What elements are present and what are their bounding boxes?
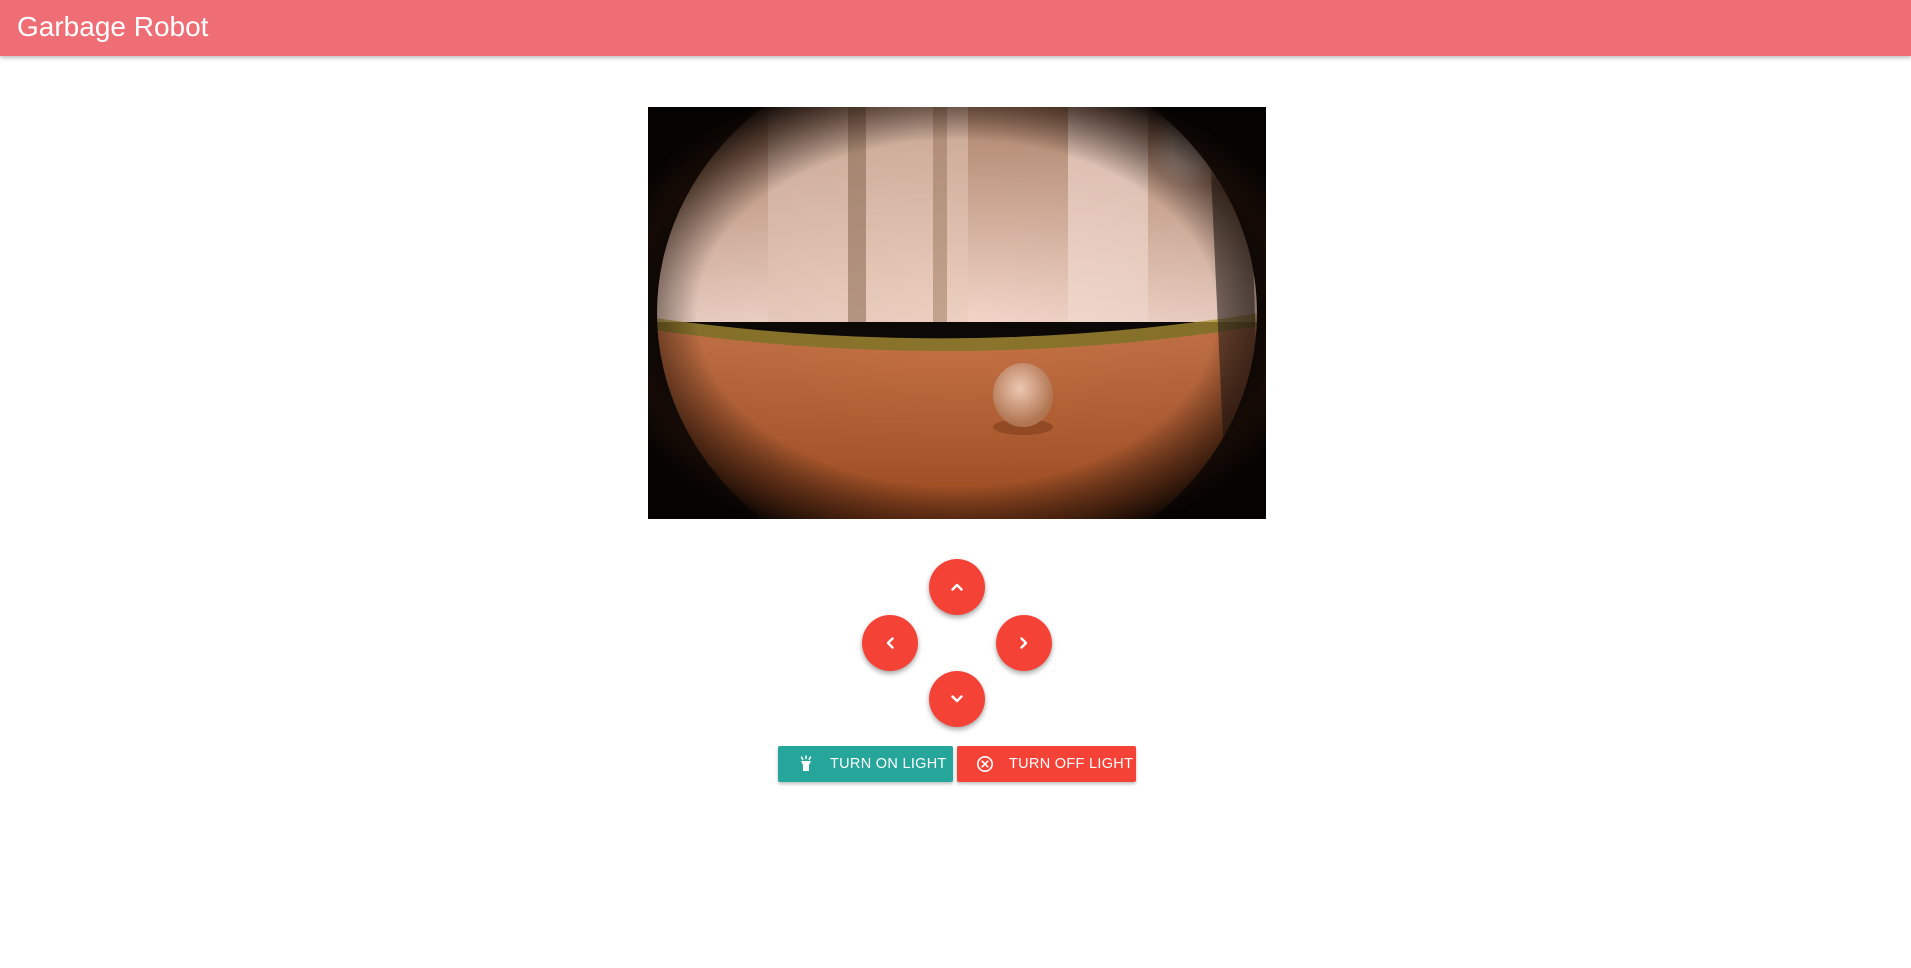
turn-right-button[interactable] <box>996 615 1052 671</box>
turn-left-button[interactable] <box>862 615 918 671</box>
move-backward-button[interactable] <box>929 671 985 727</box>
turn-on-light-label: TURN ON LIGHT <box>830 756 947 772</box>
turn-off-light-button[interactable]: TURN OFF LIGHT <box>957 746 1136 782</box>
chevron-right-icon <box>1016 635 1032 651</box>
app-bar: Garbage Robot <box>0 0 1911 56</box>
turn-on-light-button[interactable]: TURN ON LIGHT <box>778 746 953 782</box>
cancel-circle-icon <box>973 752 997 776</box>
chevron-left-icon <box>882 635 898 651</box>
flashlight-icon <box>794 752 818 776</box>
camera-feed-image <box>648 107 1266 519</box>
app-title: Garbage Robot <box>17 11 209 42</box>
chevron-up-icon <box>949 579 965 595</box>
chevron-down-icon <box>949 691 965 707</box>
turn-off-light-label: TURN OFF LIGHT <box>1009 756 1134 772</box>
move-forward-button[interactable] <box>929 559 985 615</box>
